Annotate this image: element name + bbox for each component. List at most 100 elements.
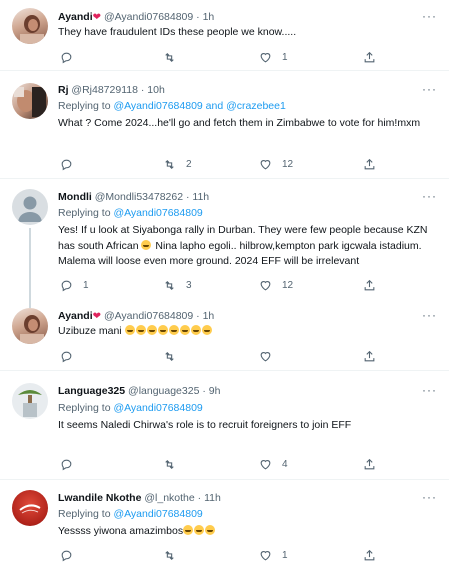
like-button[interactable]: 12 (259, 278, 293, 292)
laughing-emoji-icon (124, 325, 135, 335)
retweet-button[interactable] (163, 457, 186, 471)
avatar[interactable] (12, 490, 48, 526)
avatar-photo (18, 390, 42, 417)
reply-icon (61, 52, 72, 63)
retweet-icon (165, 52, 174, 62)
timestamp[interactable]: 10h (147, 84, 165, 96)
heart-icon (260, 159, 271, 169)
avatar[interactable] (12, 8, 48, 44)
handle[interactable]: @Ayandi07684809 (104, 310, 193, 322)
reply-button[interactable]: 1 (60, 278, 89, 292)
like-button[interactable]: 1 (259, 548, 288, 562)
reply-icon (61, 459, 72, 470)
like-button[interactable]: 12 (259, 157, 293, 171)
more-icon[interactable]: ··· (422, 309, 437, 321)
tweet-text: Yes! If u look at Siyabonga rally in Dur… (58, 224, 428, 267)
tweet[interactable]: Ayandi❤ @Ayandi07684809 · 1h ··· Uzibuze… (0, 300, 449, 370)
display-name[interactable]: Ayandi (58, 11, 93, 23)
laughing-emoji-icon (146, 325, 157, 335)
handle[interactable]: @l_nkothe (144, 492, 194, 504)
tweet-header: Ayandi❤ @Ayandi07684809 · 1h (58, 11, 214, 24)
mention-link[interactable]: @Ayandi07684809 (113, 508, 202, 520)
tweet-actions: 1 (58, 548, 398, 562)
tweet-actions: 2 12 (58, 157, 398, 171)
tweet[interactable]: Mondli @Mondli53478262 · 11h ··· Replyin… (0, 179, 449, 308)
like-button[interactable]: 4 (259, 457, 288, 471)
display-name[interactable]: Language325 (58, 385, 125, 397)
timestamp[interactable]: 1h (203, 11, 215, 23)
avatar[interactable] (12, 383, 48, 419)
avatar-photo (20, 315, 44, 344)
heart-icon (260, 52, 271, 62)
reply-button[interactable] (60, 349, 83, 363)
more-icon[interactable]: ··· (422, 10, 437, 22)
tweet-actions: 4 (58, 457, 398, 471)
retweet-icon (165, 280, 174, 290)
more-icon[interactable]: ··· (422, 83, 437, 95)
reply-button[interactable] (60, 457, 83, 471)
retweet-button[interactable] (163, 50, 186, 64)
reply-icon (61, 550, 72, 561)
more-icon[interactable]: ··· (422, 384, 437, 396)
tweet-text: They have fraudulent IDs these people we… (58, 26, 297, 38)
timestamp[interactable]: 1h (203, 310, 215, 322)
retweet-icon (165, 459, 174, 469)
display-name[interactable]: Rj (58, 84, 69, 96)
tweet-text: Uzibuze mani (58, 324, 436, 340)
handle[interactable]: @Mondli53478262 (95, 191, 183, 203)
tweet[interactable]: Ayandi❤ @Ayandi07684809 · 1h ··· They ha… (0, 0, 449, 70)
handle[interactable]: @language325 (128, 385, 199, 397)
timestamp[interactable]: 11h (192, 191, 209, 203)
reply-button[interactable] (60, 50, 83, 64)
mention-link[interactable]: @Ayandi07684809 (113, 100, 202, 112)
separator-dot: · (185, 191, 190, 203)
reply-button[interactable] (60, 548, 83, 562)
avatar-photo (20, 15, 44, 44)
tweet-actions: 1 3 12 (58, 278, 398, 292)
retweet-button[interactable] (163, 548, 186, 562)
retweet-icon (165, 159, 174, 169)
tweet[interactable]: Language325 @language325 · 9h ··· Replyi… (0, 371, 449, 479)
avatar[interactable] (12, 308, 48, 344)
display-name[interactable]: Lwandile Nkothe (58, 492, 141, 504)
share-button[interactable] (363, 548, 376, 562)
thread-line (29, 228, 31, 308)
share-button[interactable] (363, 349, 376, 363)
mention-link[interactable]: @Ayandi07684809 (113, 207, 202, 219)
separator-dot: · (196, 11, 200, 23)
display-name[interactable]: Mondli (58, 191, 92, 203)
retweet-button[interactable]: 3 (163, 278, 192, 292)
replying-to: Replying to @Ayandi07684809 (58, 508, 203, 520)
like-button[interactable] (259, 349, 282, 363)
default-avatar-icon[interactable] (12, 189, 48, 225)
share-button[interactable] (363, 157, 376, 171)
like-button[interactable]: 1 (259, 50, 288, 64)
heart-icon (260, 280, 271, 290)
handle[interactable]: @Ayandi07684809 (104, 11, 193, 23)
share-button[interactable] (363, 50, 376, 64)
more-icon[interactable]: ··· (422, 491, 437, 503)
more-icon[interactable]: ··· (422, 190, 437, 202)
tweet[interactable]: Lwandile Nkothe @l_nkothe · 11h ··· Repl… (0, 480, 449, 562)
replying-to: Replying to @Ayandi07684809 and @crazebe… (58, 100, 286, 112)
avatar-photo (14, 87, 46, 117)
laughing-emoji-icon (141, 239, 152, 250)
avatar[interactable] (12, 83, 48, 119)
reply-button[interactable] (60, 157, 83, 171)
separator-dot: · (197, 492, 202, 504)
retweet-button[interactable] (163, 349, 186, 363)
mention-link[interactable]: @Ayandi07684809 (113, 402, 202, 414)
retweet-icon (165, 351, 174, 361)
share-button[interactable] (363, 457, 376, 471)
tweet[interactable]: Rj @Rj48729118 · 10h ··· Replying to @Ay… (0, 71, 449, 178)
separator-dot: · (196, 310, 200, 322)
display-name[interactable]: Ayandi (58, 310, 93, 322)
separator-dot: · (140, 84, 145, 96)
share-button[interactable] (363, 278, 376, 292)
share-icon (364, 458, 375, 469)
timestamp[interactable]: 9h (209, 385, 221, 397)
retweet-button[interactable]: 2 (163, 157, 192, 171)
mention-link[interactable]: @crazebee1 (226, 100, 286, 112)
handle[interactable]: @Rj48729118 (71, 84, 138, 96)
timestamp[interactable]: 11h (204, 492, 221, 504)
